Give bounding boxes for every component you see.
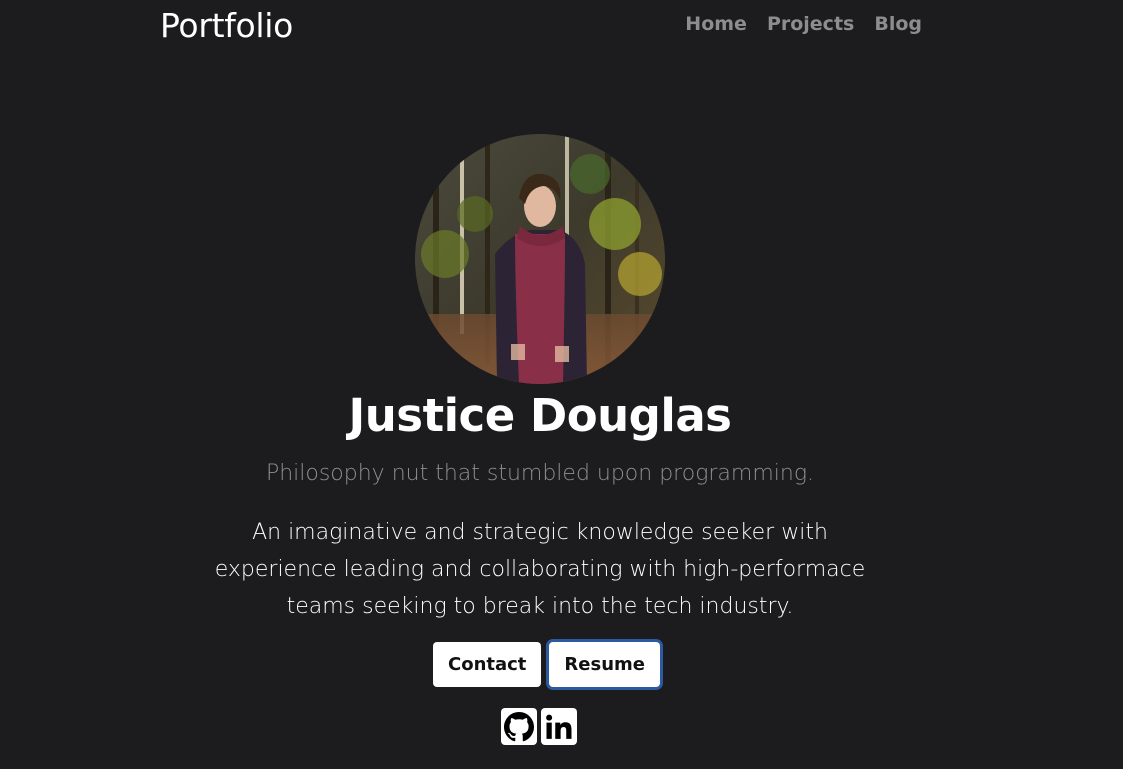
profile-tagline: Philosophy nut that stumbled upon progra…: [265, 461, 815, 486]
profile-bio: An imaginative and strategic knowledge s…: [214, 520, 866, 619]
brand-logo[interactable]: Portfolio: [160, 4, 293, 48]
linkedin-icon[interactable]: [541, 708, 577, 745]
resume-button[interactable]: Resume: [549, 642, 660, 687]
nav-link-blog[interactable]: Blog: [874, 10, 922, 38]
profile-name: Justice Douglas: [348, 389, 732, 442]
profile-photo: [415, 134, 665, 384]
nav-link-home[interactable]: Home: [685, 10, 747, 38]
navbar: Portfolio Home Projects Blog: [0, 0, 1123, 52]
cta-buttons: Contact Resume: [433, 642, 660, 687]
social-links: [501, 708, 577, 745]
github-icon[interactable]: [501, 708, 537, 745]
contact-button[interactable]: Contact: [433, 642, 542, 687]
nav-link-projects[interactable]: Projects: [767, 10, 854, 38]
portfolio-page: Portfolio Home Projects Blog Justice Dou…: [0, 0, 1123, 769]
nav-links: Home Projects Blog: [685, 10, 922, 38]
